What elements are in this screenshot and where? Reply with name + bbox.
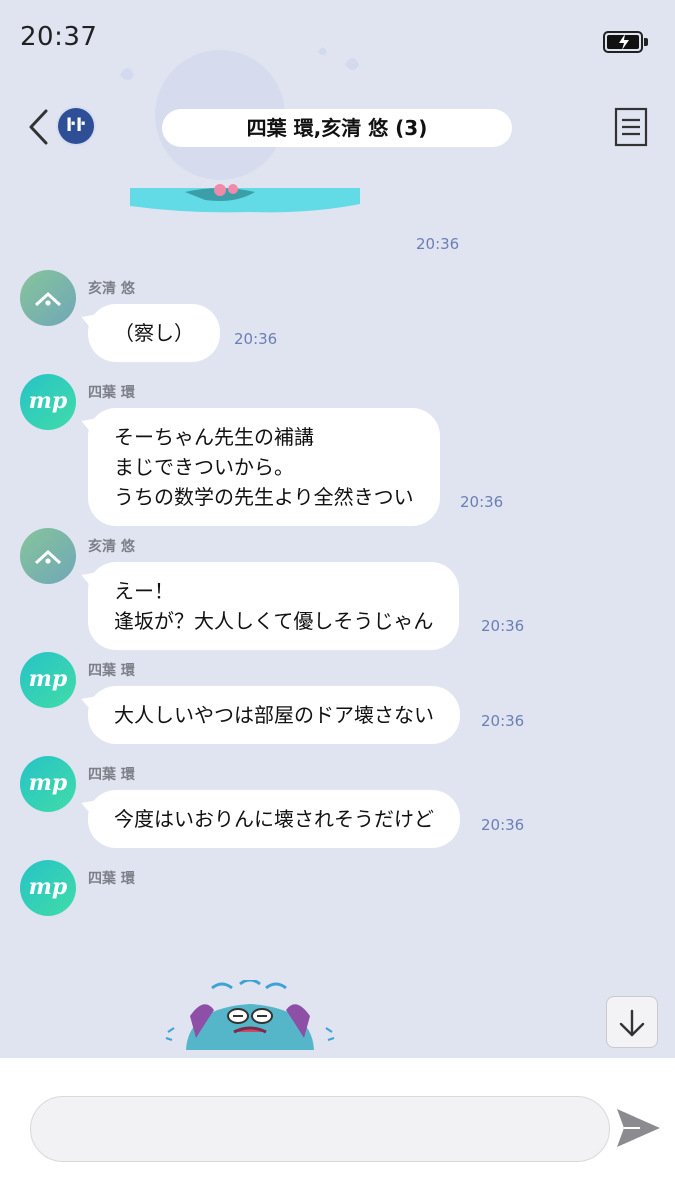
send-icon xyxy=(617,1109,660,1147)
chevron-left-icon xyxy=(29,109,48,145)
message-input[interactable] xyxy=(30,1096,610,1162)
group-icon[interactable]: ŀŀ xyxy=(58,108,94,144)
message-text: うちの数学の先生より全然きつい xyxy=(114,485,414,509)
battery-icon xyxy=(603,31,648,53)
menu-icon xyxy=(614,107,648,147)
avatar-text: mp xyxy=(28,770,68,796)
message-bubble[interactable]: そーちゃん先生の補講 まじできついから。 うちの数学の先生より全然きつい xyxy=(88,408,440,526)
message-bubble[interactable]: 大人しいやつは部屋のドア壊さない xyxy=(88,686,460,744)
arrow-down-icon xyxy=(619,1009,645,1037)
sender-name: 亥清 悠 xyxy=(88,281,135,297)
message-bubble[interactable]: （察し） xyxy=(88,304,220,362)
avatar[interactable]: mp xyxy=(20,374,76,430)
message-bubble[interactable]: えー！ 逢坂が？大人しくて優しそうじゃん xyxy=(88,562,460,650)
avatar[interactable]: mp xyxy=(20,756,76,812)
message-text: 大人しいやつは部屋のドア壊さない xyxy=(114,703,434,727)
sticker-image xyxy=(130,184,360,213)
chat-header: ŀŀ 四葉 環,亥清 悠 (3) xyxy=(0,95,675,165)
menu-button[interactable] xyxy=(614,107,648,147)
message-time: 20:36 xyxy=(460,493,504,511)
scroll-down-button[interactable] xyxy=(606,996,658,1048)
avatar[interactable]: mp xyxy=(20,652,76,708)
message-text: （察し） xyxy=(114,321,194,345)
send-button[interactable] xyxy=(614,1106,662,1150)
avatar[interactable] xyxy=(20,270,76,326)
status-bar: 20:37 xyxy=(0,0,675,70)
sender-name: 四葉 環 xyxy=(88,385,135,401)
message-bubble[interactable]: 今度はいおりんに壊されそうだけど xyxy=(88,790,460,848)
message-text: そーちゃん先生の補講 xyxy=(114,425,314,449)
status-time: 20:37 xyxy=(20,22,98,52)
avatar-text: mp xyxy=(28,666,68,692)
message-text: 今度はいおりんに壊されそうだけど xyxy=(114,807,434,831)
message-time: 20:36 xyxy=(416,235,460,253)
avatar-text: mp xyxy=(28,874,68,900)
message-time: 20:36 xyxy=(481,712,525,730)
avatar-text: mp xyxy=(28,388,68,414)
message-input-area xyxy=(0,1058,675,1200)
message-time: 20:36 xyxy=(481,617,525,635)
sticker-image[interactable] xyxy=(160,980,340,1050)
sender-name: 亥清 悠 xyxy=(88,539,135,555)
avatar[interactable]: mp xyxy=(20,860,76,916)
message-time: 20:36 xyxy=(234,330,278,348)
message-text: 逢坂が？大人しくて優しそうじゃん xyxy=(114,609,434,633)
message-time: 20:36 xyxy=(481,816,525,834)
sender-name: 四葉 環 xyxy=(88,767,135,783)
back-button[interactable] xyxy=(22,107,56,147)
message-text: まじできついから。 xyxy=(114,455,294,479)
avatar[interactable] xyxy=(20,528,76,584)
sender-name: 四葉 環 xyxy=(88,871,135,887)
chat-title: 四葉 環,亥清 悠 (3) xyxy=(162,109,512,147)
message-text: えー！ xyxy=(114,579,174,603)
sender-name: 四葉 環 xyxy=(88,663,135,679)
